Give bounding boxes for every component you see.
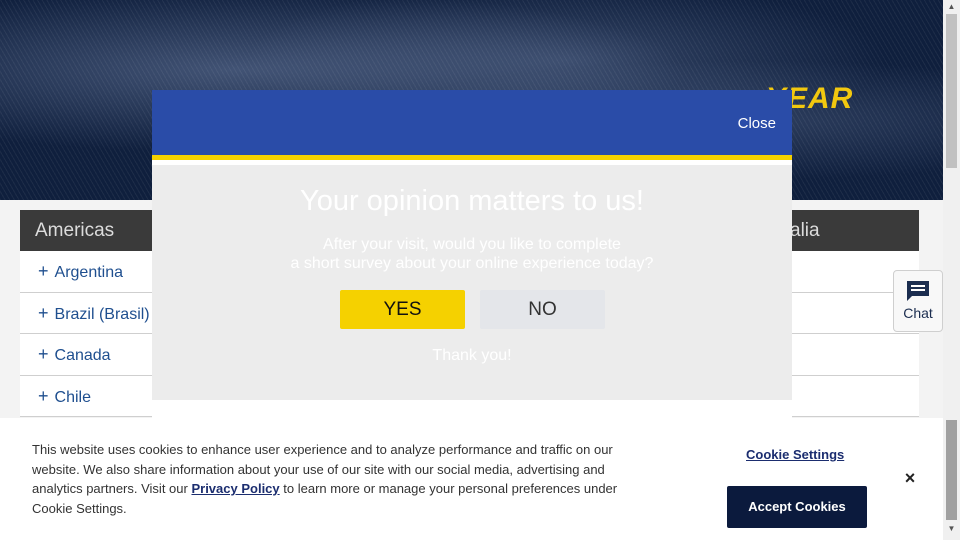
survey-close-button[interactable]: Close <box>738 115 776 132</box>
survey-line-1: After your visit, would you like to comp… <box>323 236 621 253</box>
survey-modal: Close Your opinion matters to us! After … <box>152 90 792 450</box>
cookie-settings-link[interactable]: Cookie Settings <box>746 447 844 462</box>
privacy-policy-link[interactable]: Privacy Policy <box>191 481 279 496</box>
cookie-banner: This website uses cookies to enhance use… <box>0 418 943 540</box>
page: YEAR Americas alia + Argentina + Brazil (B… <box>0 0 960 540</box>
expand-plus-icon: + <box>38 344 49 364</box>
survey-modal-body: Your opinion matters to us! After your v… <box>152 165 792 400</box>
scroll-up-arrow-icon[interactable]: ▲ <box>943 2 960 14</box>
survey-modal-header: Close <box>152 90 792 160</box>
scrollbar-thumb-overlay[interactable] <box>946 420 957 520</box>
chat-button[interactable]: Chat <box>893 270 943 332</box>
country-label: Brazil (Brasil) <box>54 305 150 323</box>
scrollbar[interactable]: ▲ ▼ <box>943 0 960 540</box>
scrollbar-thumb[interactable] <box>946 14 957 168</box>
expand-plus-icon: + <box>38 385 49 406</box>
expand-plus-icon: + <box>38 261 49 281</box>
scroll-down-arrow-icon[interactable]: ▼ <box>943 524 960 536</box>
expand-plus-icon: + <box>38 302 49 323</box>
survey-description: After your visit, would you like to comp… <box>152 235 792 273</box>
survey-thanks: Thank you! <box>432 347 512 364</box>
survey-no-button[interactable]: NO <box>480 290 605 329</box>
survey-line-2: a short survey about your online experie… <box>290 255 654 272</box>
country-label: Canada <box>54 347 111 364</box>
country-label: Argentina <box>54 264 124 281</box>
chat-label: Chat <box>903 305 933 321</box>
country-label: Chile <box>54 388 91 406</box>
cookie-close-icon[interactable]: × <box>900 468 920 488</box>
accept-cookies-button[interactable]: Accept Cookies <box>727 486 867 528</box>
chat-bubble-icon <box>907 281 929 301</box>
cookie-message: This website uses cookies to enhance use… <box>32 440 622 518</box>
survey-title: Your opinion matters to us! <box>300 185 644 217</box>
survey-yes-button[interactable]: YES <box>340 290 465 329</box>
